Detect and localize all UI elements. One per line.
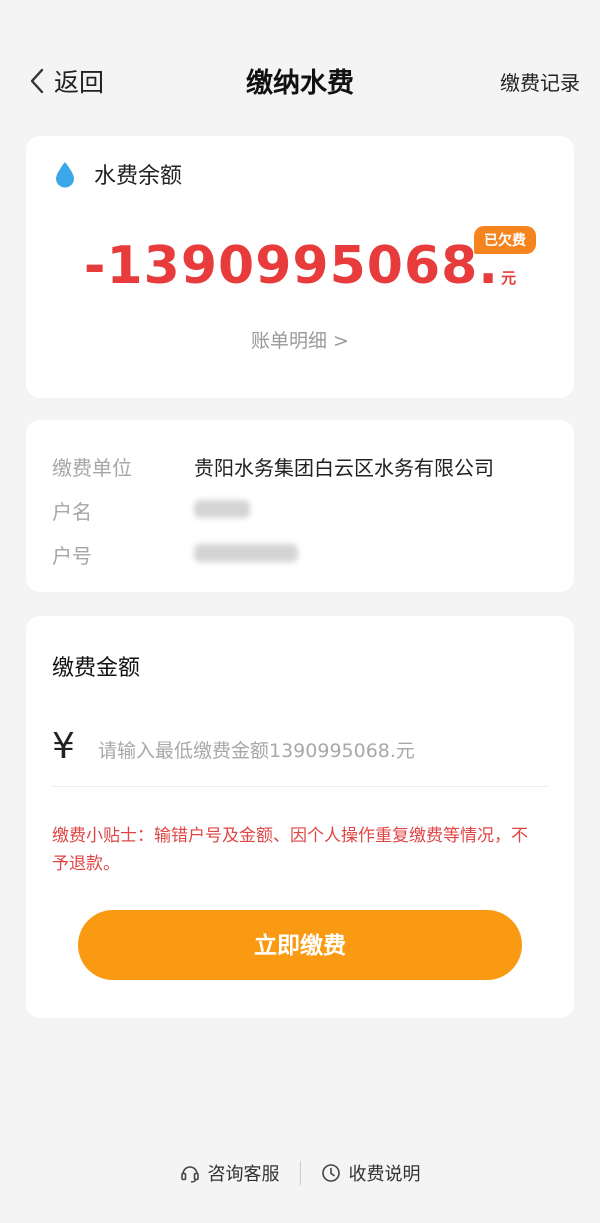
info-row-account-number: 户号 (52, 540, 298, 569)
footer-divider (299, 1161, 301, 1185)
info-label: 户名 (52, 500, 92, 524)
status-badge: 已欠费 (474, 226, 536, 254)
headset-icon (180, 1166, 199, 1183)
balance-label: 水费余额 (94, 164, 183, 189)
balance-value: -1390995068. (83, 236, 500, 296)
info-row-unit: 缴费单位 贵阳水务集团白云区水务有限公司 (52, 452, 494, 481)
info-row-account-name: 户名 (52, 496, 250, 525)
payment-records-link[interactable]: 缴费记录 (500, 67, 580, 96)
info-label: 缴费单位 (52, 456, 132, 480)
footer: 咨询客服 收费说明 (0, 1158, 600, 1188)
redacted-value (194, 544, 298, 562)
bill-detail-link[interactable]: 账单明细 > (26, 326, 574, 353)
payment-card: 缴费金额 ¥ 缴费小贴士：输错户号及金额、因个人操作重复缴费等情况，不予退款。 … (26, 616, 574, 1018)
yen-icon: ¥ (52, 726, 75, 767)
water-drop-icon (56, 162, 74, 188)
customer-service-label: 咨询客服 (207, 1164, 280, 1185)
payment-tips: 缴费小贴士：输错户号及金额、因个人操作重复缴费等情况，不予退款。 (52, 826, 528, 874)
divider (52, 786, 548, 787)
redacted-value (194, 500, 250, 518)
payment-amount-title: 缴费金额 (52, 656, 141, 681)
info-value: 贵阳水务集团白云区水务有限公司 (194, 456, 494, 480)
account-info-card: 缴费单位 贵阳水务集团白云区水务有限公司 户名 户号 (26, 420, 574, 592)
balance-unit: 元 (501, 269, 517, 287)
fee-explanation-link[interactable]: 收费说明 (321, 1160, 421, 1186)
nav-bar: 返回 缴纳水费 缴费记录 (0, 55, 600, 107)
fee-explanation-label: 收费说明 (348, 1164, 421, 1185)
status-bar (0, 0, 600, 40)
balance-card: 水费余额 -1390995068. 元 已欠费 账单明细 > (26, 136, 574, 398)
clock-icon (321, 1164, 340, 1182)
balance-header: 水费余额 (54, 158, 182, 190)
amount-input[interactable] (96, 730, 550, 772)
pay-now-button[interactable]: 立即缴费 (78, 910, 522, 980)
info-label: 户号 (52, 544, 92, 568)
customer-service-link[interactable]: 咨询客服 (180, 1160, 280, 1186)
